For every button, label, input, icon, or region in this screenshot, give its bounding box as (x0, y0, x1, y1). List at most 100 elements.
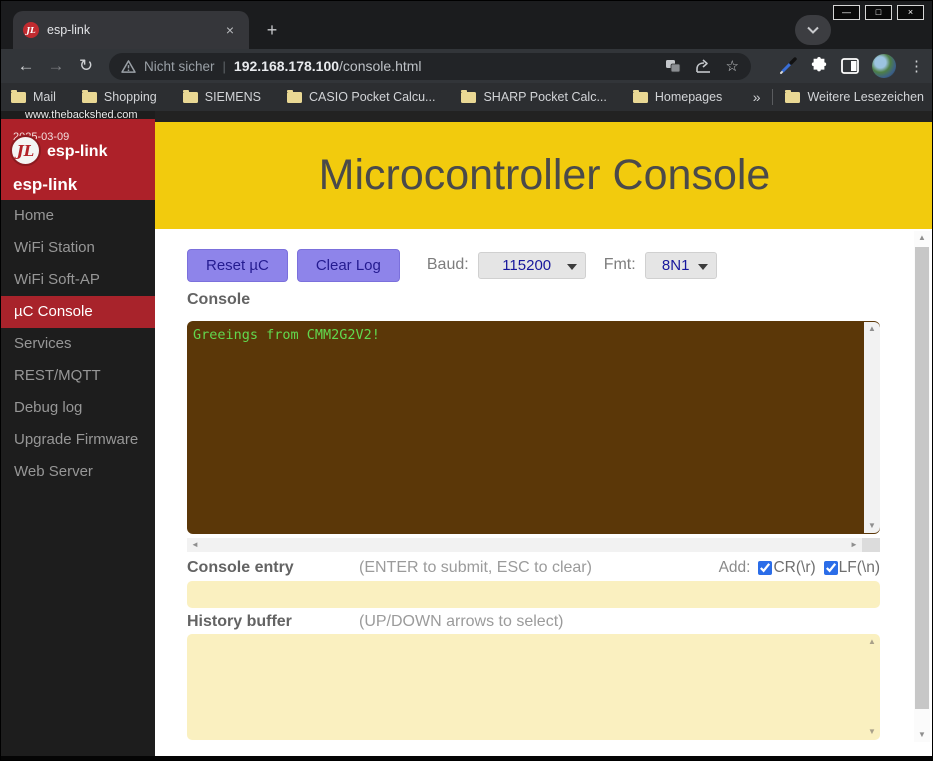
bookmark-item[interactable]: CASIO Pocket Calcu... (287, 90, 435, 104)
sidebar-item-web-server[interactable]: Web Server (1, 456, 155, 488)
bookmark-item[interactable]: SIEMENS (183, 90, 261, 104)
sidebar-item-services[interactable]: Services (1, 328, 155, 360)
extensions-puzzle-icon[interactable] (810, 57, 828, 75)
scroll-down-icon[interactable]: ▼ (864, 519, 880, 533)
url-host: 192.168.178.100 (234, 58, 339, 74)
close-button[interactable]: × (897, 5, 924, 20)
forward-button[interactable]: → (41, 56, 71, 76)
sidebar-menu: Home WiFi Station WiFi Soft-AP µC Consol… (1, 200, 155, 488)
page-header: Microcontroller Console (155, 122, 933, 229)
url-path: /console.html (339, 58, 421, 74)
folder-icon (11, 92, 26, 103)
security-label: Nicht sicher (144, 59, 215, 74)
esp-link-favicon-icon: JL (23, 22, 39, 38)
bookmark-item[interactable]: Mail (11, 90, 56, 104)
bookmark-item[interactable]: Homepages (633, 90, 722, 104)
sidebar-item-wifi-softap[interactable]: WiFi Soft-AP (1, 264, 155, 296)
side-panel-icon[interactable] (841, 58, 859, 74)
maximize-button[interactable]: □ (865, 5, 892, 20)
page-viewport: www.thebackshed.com 2025-03-09 JL esp-li… (1, 111, 933, 756)
window-controls: — □ × (833, 5, 924, 20)
baud-select[interactable]: 115200 (478, 252, 586, 279)
minimize-button[interactable]: — (833, 5, 860, 20)
history-buffer-row: History buffer (UP/DOWN arrows to select… (187, 613, 880, 631)
esp-link-logo-icon: JL (10, 135, 41, 166)
fmt-label: Fmt: (604, 256, 636, 274)
tab-close-icon[interactable]: × (221, 21, 239, 39)
scroll-right-icon[interactable]: ► (846, 538, 862, 552)
console-entry-row: Console entry (ENTER to submit, ESC to c… (187, 559, 880, 577)
sidebar-item-uc-console[interactable]: µC Console (1, 296, 155, 328)
folder-icon (82, 92, 97, 103)
lf-checkbox-label[interactable]: LF(\n) (824, 559, 880, 577)
address-bar[interactable]: Nicht sicher | 192.168.178.100/console.h… (109, 53, 751, 80)
fmt-select[interactable]: 8N1 (645, 252, 717, 279)
bookmark-label: SHARP Pocket Calc... (483, 90, 606, 104)
console-section-label: Console (187, 291, 250, 309)
reload-button[interactable]: ↻ (71, 56, 101, 76)
back-button[interactable]: ← (11, 56, 41, 76)
sidebar-item-wifi-station[interactable]: WiFi Station (1, 232, 155, 264)
tab-title: esp-link (47, 23, 213, 37)
bookmark-label: SIEMENS (205, 90, 261, 104)
bookmark-label: CASIO Pocket Calcu... (309, 90, 435, 104)
cr-checkbox-label[interactable]: CR(\r) (758, 559, 815, 577)
baud-label: Baud: (427, 256, 469, 274)
bookmark-item[interactable]: SHARP Pocket Calc... (461, 90, 606, 104)
scroll-down-icon[interactable]: ▼ (914, 728, 930, 742)
folder-icon (287, 92, 302, 103)
other-bookmarks-button[interactable]: Weitere Lesezeichen (785, 90, 924, 104)
cr-checkbox[interactable] (758, 561, 772, 575)
page-scrollbar[interactable]: ▲ ▼ (914, 231, 930, 742)
sidebar-item-debug-log[interactable]: Debug log (1, 392, 155, 424)
console-output[interactable]: Greeings from CMM2G2V2! ▲ ▼ (187, 321, 880, 534)
sidebar-item-upgrade-firmware[interactable]: Upgrade Firmware (1, 424, 155, 456)
not-secure-warning-icon (121, 60, 136, 73)
history-vertical-scrollbar[interactable]: ▲ ▼ (864, 635, 880, 739)
add-label: Add: (719, 559, 751, 577)
tab-strip: JL esp-link × + — □ × (1, 1, 933, 49)
console-entry-input[interactable] (187, 581, 880, 608)
sidebar-heading: esp-link (13, 175, 77, 195)
scroll-up-icon[interactable]: ▲ (914, 231, 930, 245)
sidebar-item-rest-mqtt[interactable]: REST/MQTT (1, 360, 155, 392)
toolbar-extensions-area: ⋮ (779, 54, 933, 78)
bookmark-label: Shopping (104, 90, 157, 104)
eyedropper-extension-icon[interactable] (779, 57, 797, 75)
other-bookmarks-label: Weitere Lesezeichen (807, 90, 924, 104)
bookmark-item[interactable]: Shopping (82, 90, 157, 104)
scroll-left-icon[interactable]: ◄ (187, 538, 203, 552)
sidebar-item-home[interactable]: Home (1, 200, 155, 232)
scroll-up-icon[interactable]: ▲ (864, 635, 880, 649)
translate-icon[interactable] (665, 59, 681, 73)
new-tab-button[interactable]: + (259, 17, 285, 43)
bookmarks-bar: Mail Shopping SIEMENS CASIO Pocket Calcu… (1, 83, 933, 111)
history-buffer-box[interactable]: ▲ ▼ (187, 634, 880, 740)
scroll-up-icon[interactable]: ▲ (864, 322, 880, 336)
url-text: 192.168.178.100/console.html (234, 58, 422, 74)
browser-window: JL esp-link × + — □ × ← → ↻ Nicht sicher… (0, 0, 933, 761)
sidebar: www.thebackshed.com 2025-03-09 JL esp-li… (1, 111, 155, 756)
console-vertical-scrollbar[interactable]: ▲ ▼ (864, 322, 880, 533)
folder-icon (633, 92, 648, 103)
window-bottom-border (1, 756, 933, 761)
console-horizontal-scrollbar[interactable]: ◄ ► (187, 538, 862, 552)
clear-log-button[interactable]: Clear Log (297, 249, 400, 282)
lf-checkbox[interactable] (824, 561, 838, 575)
scrollbar-thumb[interactable] (915, 247, 929, 709)
scroll-down-icon[interactable]: ▼ (864, 725, 880, 739)
profile-avatar[interactable] (872, 54, 896, 78)
browser-menu-icon[interactable]: ⋮ (909, 57, 924, 75)
tab-search-button[interactable] (795, 15, 831, 45)
console-entry-hint: (ENTER to submit, ESC to clear) (359, 559, 592, 577)
bookmarks-overflow-icon[interactable]: » (753, 89, 761, 105)
tab-esp-link[interactable]: JL esp-link × (13, 11, 249, 49)
page-title: Microcontroller Console (319, 151, 771, 200)
sidebar-header: 2025-03-09 JL esp-link esp-link (1, 119, 155, 200)
share-icon[interactable] (695, 59, 712, 73)
bookmarks-divider (772, 89, 773, 105)
bookmark-star-icon[interactable]: ☆ (726, 57, 739, 75)
folder-icon (461, 92, 476, 103)
reset-uc-button[interactable]: Reset µC (187, 249, 288, 282)
chevron-down-icon (807, 26, 819, 34)
